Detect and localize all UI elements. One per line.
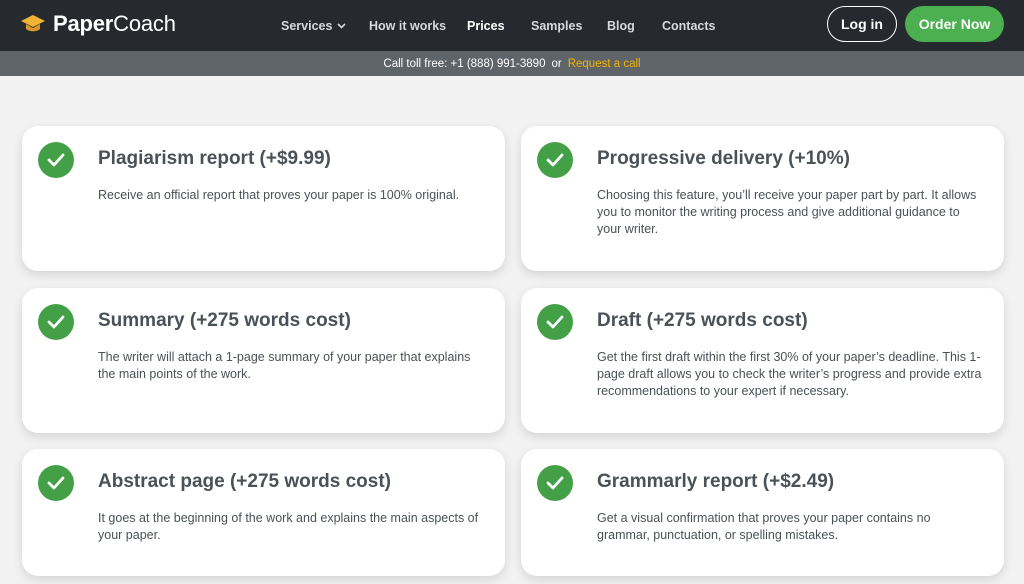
- feature-title: Abstract page (+275 words cost): [98, 471, 392, 492]
- nav-how-it-works[interactable]: How it works: [369, 0, 446, 51]
- feature-title: Progressive delivery (+10%): [597, 148, 850, 169]
- feature-card-plagiarism-report: Plagiarism report (+$9.99) Receive an of…: [22, 126, 505, 271]
- nav-contacts-label: Contacts: [662, 18, 716, 33]
- nav-samples[interactable]: Samples: [531, 0, 582, 51]
- feature-description: The writer will attach a 1-page summary …: [98, 350, 471, 381]
- graduation-cap-icon: [21, 15, 45, 32]
- login-button[interactable]: Log in: [827, 6, 897, 42]
- nav-services-label: Services: [281, 18, 333, 33]
- feature-card-progressive-delivery: Progressive delivery (+10%) Choosing thi…: [521, 126, 1004, 271]
- nav-prices[interactable]: Prices: [467, 0, 505, 51]
- feature-card-summary: Summary (+275 words cost) The writer wil…: [22, 288, 505, 433]
- nav-how-it-works-label: How it works: [369, 18, 447, 33]
- order-now-button[interactable]: Order Now: [905, 6, 1004, 42]
- logo-text: PaperCoach: [53, 11, 176, 37]
- check-icon: [38, 142, 74, 178]
- feature-title: Plagiarism report (+$9.99): [98, 148, 331, 169]
- nav-blog[interactable]: Blog: [607, 0, 635, 51]
- feature-card-grammarly-report: Grammarly report (+$2.49) Get a visual c…: [521, 449, 1004, 576]
- chevron-down-icon: [337, 22, 347, 29]
- toll-free-or: or: [551, 57, 562, 70]
- feature-description: It goes at the beginning of the work and…: [98, 511, 479, 542]
- nav-contacts[interactable]: Contacts: [662, 0, 715, 51]
- nav-blog-label: Blog: [607, 18, 635, 33]
- request-call-link[interactable]: Request a call: [568, 58, 641, 70]
- feature-description: Get a visual confirmation that proves yo…: [597, 511, 931, 542]
- check-icon: [537, 142, 573, 178]
- nav-services[interactable]: Services: [281, 0, 347, 51]
- feature-description: Get the first draft within the first 30%…: [597, 350, 982, 398]
- logo[interactable]: PaperCoach: [21, 10, 176, 38]
- toll-free-text: Call toll free: +1 (888) 991-3890: [383, 57, 546, 70]
- feature-card-draft: Draft (+275 words cost) Get the first dr…: [521, 288, 1004, 433]
- feature-title: Summary (+275 words cost): [98, 310, 351, 331]
- feature-card-abstract-page: Abstract page (+275 words cost) It goes …: [22, 449, 505, 576]
- feature-description: Choosing this feature, you’ll receive yo…: [597, 188, 977, 236]
- feature-description: Receive an official report that proves y…: [98, 188, 460, 202]
- nav-prices-label: Prices: [467, 18, 505, 33]
- nav-samples-label: Samples: [531, 18, 583, 33]
- check-icon: [537, 465, 573, 501]
- toll-free-bar: Call toll free: +1 (888) 991-3890 or Req…: [0, 51, 1024, 76]
- check-icon: [38, 465, 74, 501]
- top-navbar: PaperCoach Services How it works Prices …: [0, 0, 1024, 51]
- logo-text-bold: Paper: [53, 11, 114, 36]
- logo-text-regular: Coach: [113, 11, 176, 36]
- check-icon: [38, 304, 74, 340]
- check-icon: [537, 304, 573, 340]
- feature-title: Draft (+275 words cost): [597, 310, 808, 331]
- feature-title: Grammarly report (+$2.49): [597, 471, 835, 492]
